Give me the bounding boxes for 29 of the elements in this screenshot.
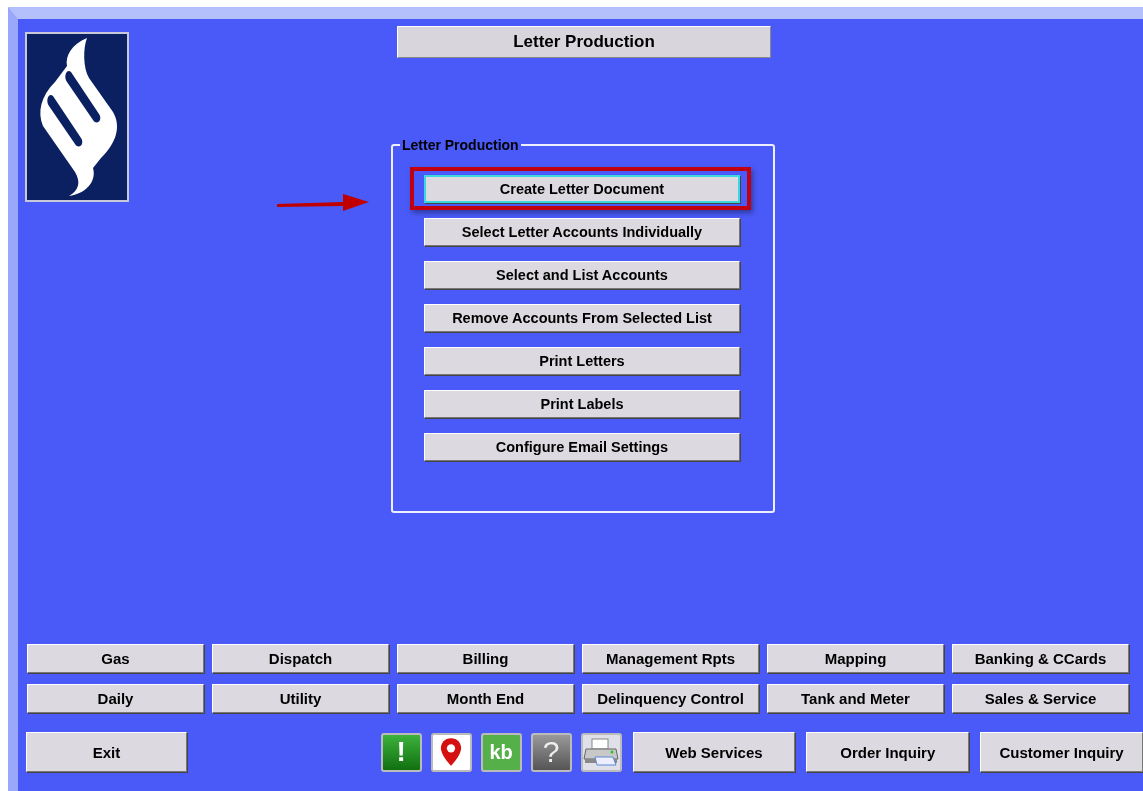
menu-button[interactable]: Configure Email Settings: [424, 432, 740, 461]
group-title: Letter Production: [401, 137, 520, 153]
nav-button[interactable]: Sales & Service: [952, 684, 1129, 713]
nav-button[interactable]: Gas: [27, 644, 204, 673]
logo-icon: [25, 32, 129, 202]
exit-button[interactable]: Exit: [26, 732, 187, 772]
menu-button[interactable]: Print Labels: [424, 389, 740, 418]
action-button[interactable]: Customer Inquiry: [980, 732, 1143, 772]
nav-button[interactable]: Dispatch: [212, 644, 389, 673]
map-pin-icon[interactable]: [430, 732, 472, 772]
nav-button[interactable]: Delinquency Control: [582, 684, 759, 713]
action-button[interactable]: Web Services: [632, 732, 796, 772]
alert-button[interactable]: !: [380, 732, 422, 772]
action-button[interactable]: Order Inquiry: [806, 732, 970, 772]
menu-button[interactable]: Remove Accounts From Selected List: [424, 303, 740, 332]
menu-button[interactable]: Select Letter Accounts Individually: [424, 217, 740, 246]
printer-icon[interactable]: [580, 732, 622, 772]
nav-button[interactable]: Utility: [212, 684, 389, 713]
window-title: Letter Production: [397, 26, 771, 58]
menu-button[interactable]: Select and List Accounts: [424, 260, 740, 289]
menu-button[interactable]: Print Letters: [424, 346, 740, 375]
nav-button[interactable]: Billing: [397, 644, 574, 673]
nav-button[interactable]: Month End: [397, 684, 574, 713]
nav-button[interactable]: Mapping: [767, 644, 944, 673]
nav-button[interactable]: Banking & CCards: [952, 644, 1129, 673]
nav-button[interactable]: Daily: [27, 684, 204, 713]
nav-button[interactable]: Management Rpts: [582, 644, 759, 673]
nav-button[interactable]: Tank and Meter: [767, 684, 944, 713]
menu-button[interactable]: Create Letter Document: [424, 174, 740, 203]
